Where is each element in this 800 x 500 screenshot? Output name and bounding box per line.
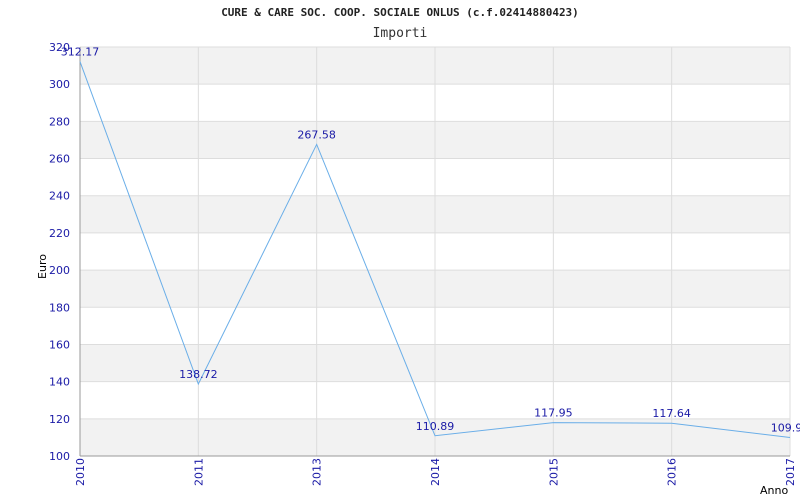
y-tick-label: 300 [49,78,70,91]
x-tick-label: 2010 [74,458,87,486]
y-tick-label: 280 [49,115,70,128]
x-tick-label: 2013 [311,458,324,486]
x-tick-label: 2016 [666,458,679,486]
y-tick-label: 120 [49,413,70,426]
data-label: 117.64 [652,407,691,420]
y-tick-label: 260 [49,153,70,166]
x-tick-label: 2017 [784,458,797,486]
y-tick-label: 160 [49,338,70,351]
y-tick-label: 100 [49,450,70,463]
data-label: 117.95 [534,407,573,420]
y-tick-label: 240 [49,190,70,203]
x-tick-label: 2011 [192,458,205,486]
x-tick-label: 2015 [547,458,560,486]
data-label: 312.17 [61,46,100,59]
data-label: 109.97 [771,421,800,434]
data-label: 138.72 [179,368,218,381]
y-tick-label: 220 [49,227,70,240]
x-tick-label: 2014 [429,458,442,486]
data-label: 267.58 [297,128,336,141]
data-label: 110.89 [416,420,455,433]
line-chart: 1001201401601802002202402602803003202010… [49,41,800,486]
y-tick-label: 180 [49,301,70,314]
y-tick-label: 140 [49,376,70,389]
y-tick-label: 200 [49,264,70,277]
